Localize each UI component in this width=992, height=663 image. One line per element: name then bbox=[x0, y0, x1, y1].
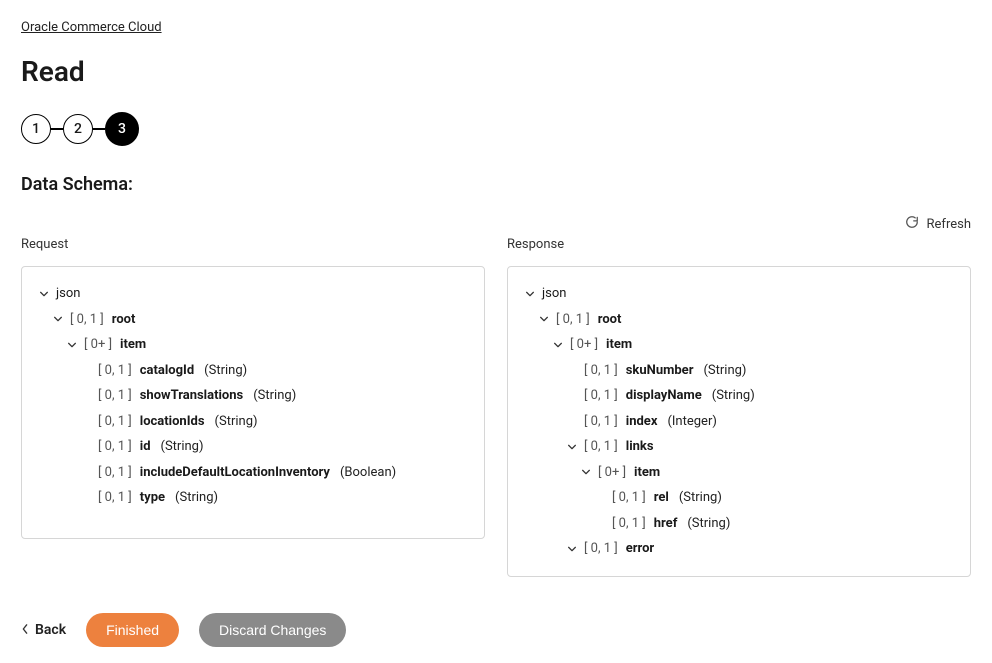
chevron-down-icon[interactable] bbox=[566, 442, 578, 452]
cardinality-label: [ 0, 1 ] bbox=[98, 386, 132, 406]
node-name[interactable]: root bbox=[598, 310, 622, 330]
node-name[interactable]: showTranslations bbox=[140, 386, 243, 406]
node-type: (String) bbox=[687, 514, 730, 534]
refresh-label: Refresh bbox=[927, 217, 971, 232]
cardinality-label: [ 0, 1 ] bbox=[612, 488, 646, 508]
cardinality-label: [ 0, 1 ] bbox=[584, 386, 618, 406]
node-type: (String) bbox=[253, 386, 296, 406]
chevron-down-icon[interactable] bbox=[538, 314, 550, 324]
node-type: (String) bbox=[215, 412, 258, 432]
request-schema-box: json [ 0, 1 ] root[ 0+ ] item [ 0, 1 ] catalo… bbox=[21, 266, 485, 539]
node-name[interactable]: item bbox=[606, 335, 632, 355]
cardinality-label: [ 0+ ] bbox=[598, 463, 626, 483]
chevron-down-icon[interactable] bbox=[580, 467, 592, 477]
cardinality-label: [ 0, 1 ] bbox=[584, 361, 618, 381]
chevron-down-icon[interactable] bbox=[38, 289, 50, 299]
node-name[interactable]: href bbox=[654, 514, 678, 534]
tree-root-label[interactable]: json bbox=[542, 284, 566, 304]
node-type: (String) bbox=[703, 361, 746, 381]
step-3[interactable]: 3 bbox=[105, 112, 139, 146]
node-name[interactable]: skuNumber bbox=[626, 361, 694, 381]
cardinality-label: [ 0, 1 ] bbox=[584, 539, 618, 559]
back-label: Back bbox=[35, 622, 66, 638]
node-name[interactable]: displayName bbox=[626, 386, 702, 406]
node-name[interactable]: catalogId bbox=[140, 361, 194, 381]
chevron-down-icon[interactable] bbox=[52, 314, 64, 324]
page-title: Read bbox=[21, 55, 971, 88]
response-header: Response bbox=[507, 237, 971, 252]
step-connector bbox=[93, 128, 105, 130]
node-name[interactable]: root bbox=[112, 310, 136, 330]
node-name[interactable]: item bbox=[120, 335, 146, 355]
cardinality-label: [ 0, 1 ] bbox=[98, 463, 132, 483]
response-schema-box: json[ 0, 1 ]root[ 0+ ]item[ 0, 1 ]skuNum… bbox=[507, 266, 971, 577]
refresh-button[interactable]: Refresh bbox=[905, 215, 971, 233]
node-name[interactable]: item bbox=[634, 463, 660, 483]
node-type: (String) bbox=[712, 386, 755, 406]
node-name[interactable]: id bbox=[140, 437, 151, 457]
refresh-icon bbox=[905, 215, 919, 233]
cardinality-label: [ 0, 1 ] bbox=[98, 412, 132, 432]
cardinality-label: [ 0+ ] bbox=[84, 335, 112, 355]
finished-button[interactable]: Finished bbox=[86, 613, 179, 647]
step-2[interactable]: 2 bbox=[63, 114, 93, 144]
chevron-down-icon[interactable] bbox=[524, 289, 536, 299]
node-type: (String) bbox=[679, 488, 722, 508]
node-name[interactable]: type bbox=[140, 488, 165, 508]
node-name[interactable]: rel bbox=[654, 488, 669, 508]
node-type: (String) bbox=[204, 361, 247, 381]
node-type: (Integer) bbox=[667, 412, 716, 432]
breadcrumb[interactable]: Oracle Commerce Cloud bbox=[21, 20, 162, 35]
step-connector bbox=[51, 128, 63, 130]
node-name[interactable]: includeDefaultLocationInventory bbox=[140, 463, 330, 483]
cardinality-label: [ 0, 1 ] bbox=[98, 488, 132, 508]
node-name[interactable]: locationIds bbox=[140, 412, 205, 432]
cardinality-label: [ 0, 1 ] bbox=[556, 310, 590, 330]
section-title: Data Schema: bbox=[21, 174, 971, 195]
cardinality-label: [ 0, 1 ] bbox=[584, 412, 618, 432]
cardinality-label: [ 0+ ] bbox=[570, 335, 598, 355]
cardinality-label: [ 0, 1 ] bbox=[70, 310, 104, 330]
node-type: (String) bbox=[161, 437, 204, 457]
node-name[interactable]: error bbox=[626, 539, 654, 559]
node-type: (String) bbox=[175, 488, 218, 508]
chevron-down-icon[interactable] bbox=[566, 544, 578, 554]
cardinality-label: [ 0, 1 ] bbox=[612, 514, 646, 534]
node-type: (Boolean) bbox=[340, 463, 396, 483]
cardinality-label: [ 0, 1 ] bbox=[98, 361, 132, 381]
chevron-left-icon bbox=[21, 622, 29, 638]
back-button[interactable]: Back bbox=[21, 622, 66, 638]
chevron-down-icon[interactable] bbox=[552, 340, 564, 350]
discard-button[interactable]: Discard Changes bbox=[199, 613, 346, 647]
stepper: 123 bbox=[21, 112, 971, 146]
node-name[interactable]: index bbox=[626, 412, 658, 432]
request-header: Request bbox=[21, 237, 485, 252]
node-name[interactable]: links bbox=[626, 437, 654, 457]
step-1[interactable]: 1 bbox=[21, 114, 51, 144]
cardinality-label: [ 0, 1 ] bbox=[584, 437, 618, 457]
chevron-down-icon[interactable] bbox=[66, 340, 78, 350]
cardinality-label: [ 0, 1 ] bbox=[98, 437, 132, 457]
tree-root-label[interactable]: json bbox=[56, 284, 80, 304]
